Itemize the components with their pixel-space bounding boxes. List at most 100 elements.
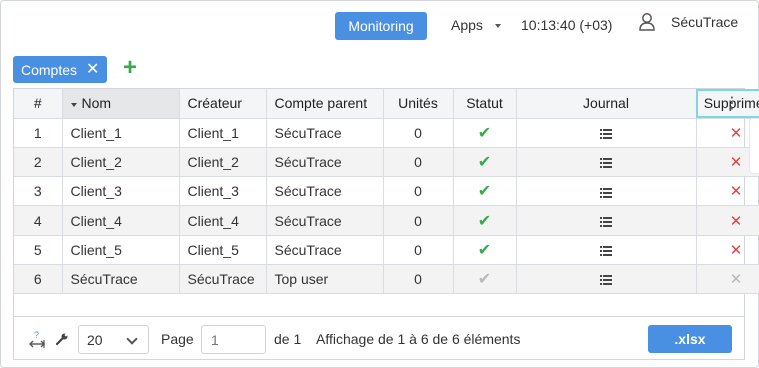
table-row[interactable]: 1 Client_1 Client_1 SécuTrace 0 ✔ ✕ [14,118,759,148]
cell-unites: 0 [383,235,454,265]
cell-createur: Client_2 [179,147,267,178]
cell-num: 3 [14,176,63,207]
export-xlsx-button[interactable]: .xlsx [648,325,732,353]
monitoring-button[interactable]: Monitoring [335,12,427,40]
cell-nom[interactable]: Client_3 [62,176,180,207]
col-header-unites[interactable]: Unités [383,89,454,119]
delete-x-icon[interactable]: ✕ [730,154,743,171]
page-number-input[interactable] [201,325,266,354]
table-header-row: # Nom Créateur Compte parent Unités Stat… [14,89,759,119]
chevron-down-icon [126,333,138,345]
list-icon[interactable] [600,216,612,227]
close-icon[interactable]: ✕ [86,61,99,78]
cell-journal[interactable] [516,118,697,148]
col-header-journal[interactable]: Journal [516,89,697,119]
cell-statut: ✔ [453,205,517,236]
cell-parent: SécuTrace [266,235,384,265]
footer-divider [13,316,745,317]
cell-journal[interactable] [516,235,697,265]
side-panel-edge [749,118,759,174]
cell-journal[interactable] [516,176,697,207]
check-icon: ✔ [477,153,492,171]
clock: 10:13:40 (+03) [521,17,613,33]
cell-nom[interactable]: Client_5 [62,235,180,265]
check-icon: ✔ [477,124,492,142]
check-icon: ✔ [477,183,492,201]
accounts-grid: # Nom Créateur Compte parent Unités Stat… [13,88,759,360]
cell-createur: Client_4 [179,205,267,236]
list-icon[interactable] [600,275,612,286]
list-icon[interactable] [600,187,612,198]
cell-journal[interactable] [516,147,697,178]
user-name[interactable]: SécuTrace [671,14,738,30]
cell-parent: Top user [266,264,384,295]
cell-supprimer[interactable]: ✕ [696,205,759,236]
col-header-compte-parent[interactable]: Compte parent [266,89,384,119]
cell-createur: Client_5 [179,235,267,265]
cell-statut: ✔ [453,147,517,178]
col-header-num[interactable]: # [14,89,63,119]
cell-statut: ✔ [453,118,517,148]
cell-createur: SécuTrace [179,264,267,295]
table-row[interactable]: 6 SécuTrace SécuTrace Top user 0 ✔ ✕ [14,264,759,295]
cell-createur: Client_3 [179,176,267,207]
list-icon[interactable] [600,128,612,139]
cell-statut: ✔ [453,176,517,207]
cell-supprimer[interactable]: ✕ [696,235,759,265]
check-icon: ✔ [477,241,492,259]
svg-text:?: ? [34,330,39,340]
list-icon[interactable] [600,158,612,169]
apps-menu[interactable]: Apps [451,17,501,33]
cell-journal[interactable] [516,205,697,236]
per-page-select[interactable]: 20 [78,325,149,354]
cell-num: 4 [14,205,63,236]
delete-x-icon[interactable]: ✕ [730,125,743,142]
cell-nom[interactable]: Client_1 [62,118,180,148]
cell-parent: SécuTrace [266,118,384,148]
user-icon[interactable] [638,12,656,32]
cell-unites: 0 [383,264,454,295]
delete-x-icon[interactable]: ✕ [730,242,743,259]
cell-unites: 0 [383,147,454,178]
autosize-icon[interactable]: ? [28,329,48,349]
delete-x-icon: ✕ [729,271,743,289]
col-header-createur[interactable]: Créateur [179,89,267,119]
cell-createur: Client_1 [179,118,267,148]
table-row[interactable]: 3 Client_3 Client_3 SécuTrace 0 ✔ ✕ [14,176,759,207]
wrench-icon[interactable] [54,329,70,349]
cell-nom[interactable]: Client_4 [62,205,180,236]
cell-unites: 0 [383,176,454,207]
col-header-statut[interactable]: Statut [453,89,517,119]
delete-x-icon[interactable]: ✕ [730,183,743,200]
table-row[interactable]: 2 Client_2 Client_2 SécuTrace 0 ✔ ✕ [14,147,759,178]
cell-statut: ✔ [453,235,517,265]
plus-icon[interactable]: + [120,56,140,80]
table-row[interactable]: 4 Client_4 Client_4 SécuTrace 0 ✔ ✕ [14,205,759,236]
cell-journal[interactable] [516,264,697,295]
per-page-value: 20 [87,331,103,348]
col-header-nom[interactable]: Nom [62,89,180,119]
check-icon: ✔ [477,271,492,289]
cell-num: 5 [14,235,63,265]
accounts-table: # Nom Créateur Compte parent Unités Stat… [14,89,759,295]
cell-unites: 0 [383,118,454,148]
cell-num: 2 [14,147,63,178]
list-icon[interactable] [600,246,612,257]
tab-comptes[interactable]: Comptes ✕ [13,56,107,83]
kebab-menu-icon[interactable]: ⋮ [724,95,740,113]
cell-nom[interactable]: Client_2 [62,147,180,178]
apps-label: Apps [451,17,483,33]
tab-comptes-label: Comptes [21,61,78,78]
cell-parent: SécuTrace [266,176,384,207]
cell-statut: ✔ [453,264,517,295]
cell-nom[interactable]: SécuTrace [62,264,180,295]
cell-num: 6 [14,264,63,295]
caret-down-icon [494,24,501,28]
page-count-label: de 1 [274,331,302,347]
delete-x-icon[interactable]: ✕ [730,213,743,230]
cell-num: 1 [14,118,63,148]
cell-supprimer[interactable]: ✕ [696,176,759,207]
table-row[interactable]: 5 Client_5 Client_5 SécuTrace 0 ✔ ✕ [14,235,759,265]
display-summary: Affichage de 1 à 6 de 6 éléments [316,331,521,347]
page-label: Page [161,331,194,347]
